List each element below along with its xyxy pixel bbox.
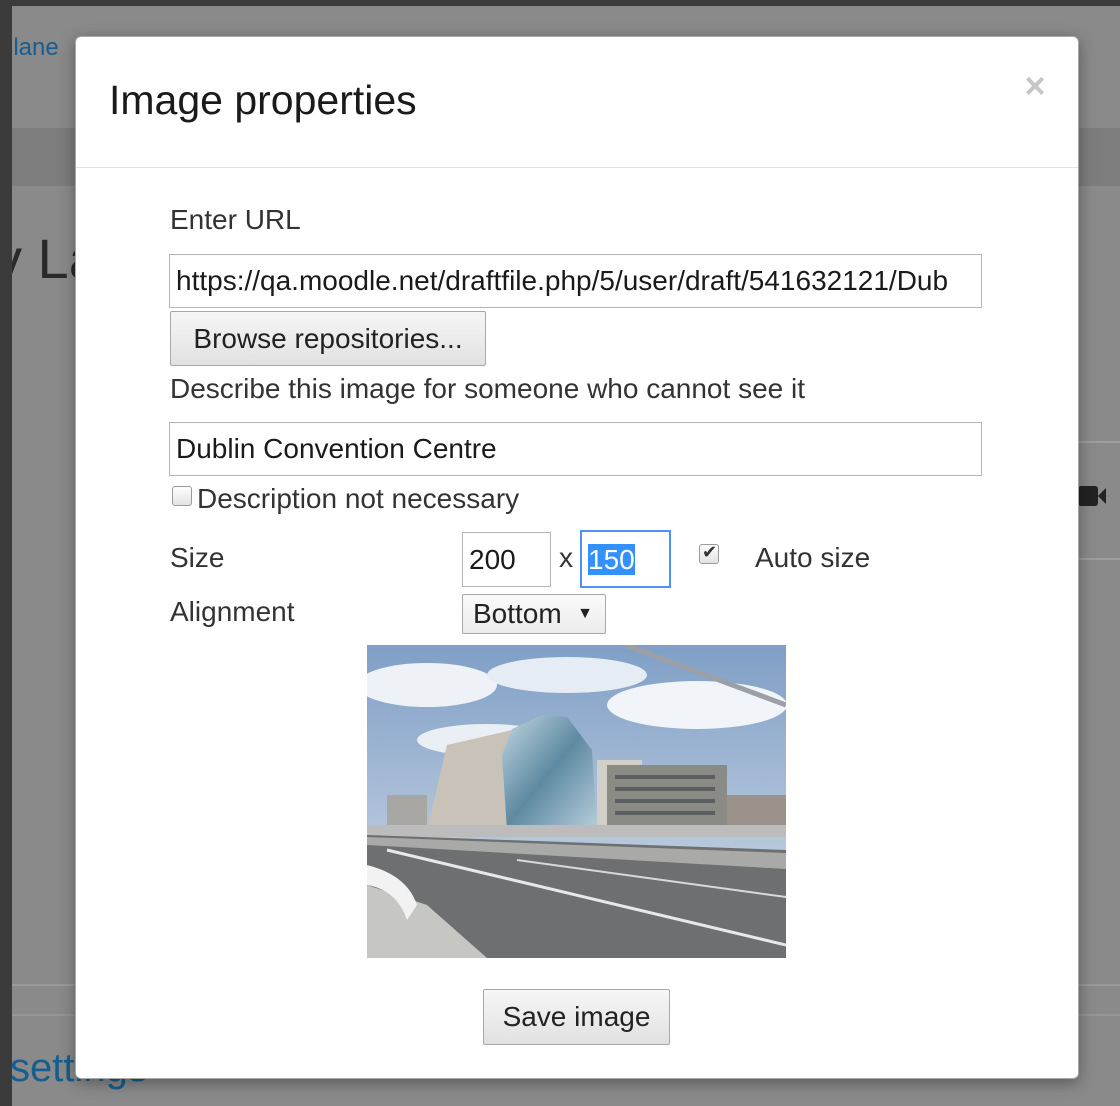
close-icon[interactable]: ×	[1016, 67, 1054, 105]
description-not-necessary-label: Description not necessary	[197, 483, 520, 514]
dialog-header: Image properties ×	[76, 37, 1078, 168]
description-label: Describe this image for someone who cann…	[170, 373, 805, 404]
size-label: Size	[170, 542, 225, 573]
dropdown-arrow-icon: ▼	[577, 605, 593, 622]
image-preview	[367, 645, 786, 958]
description-input[interactable]	[169, 422, 982, 476]
url-input[interactable]	[169, 254, 982, 308]
height-value-selected: 150	[588, 544, 635, 575]
window-frame-left	[0, 0, 12, 1106]
auto-size-checkbox[interactable]	[699, 542, 719, 564]
description-not-necessary-checkbox[interactable]	[172, 486, 192, 506]
size-separator: x	[559, 542, 573, 573]
alignment-label: Alignment	[170, 596, 295, 627]
auto-size-label: Auto size	[755, 542, 871, 573]
width-input[interactable]: 200	[462, 532, 551, 587]
alignment-select[interactable]: Bottom ▼	[462, 594, 606, 634]
background-link-top: llane	[12, 34, 59, 61]
image-properties-dialog: Image properties × Enter URL Browse repo…	[75, 36, 1079, 1079]
url-label: Enter URL	[170, 204, 301, 235]
browse-repositories-button[interactable]: Browse repositories...	[170, 311, 486, 366]
save-image-button[interactable]: Save image	[483, 989, 670, 1045]
height-input[interactable]: 150	[580, 530, 671, 588]
dialog-title: Image properties	[109, 77, 417, 123]
alignment-value: Bottom	[473, 598, 562, 629]
